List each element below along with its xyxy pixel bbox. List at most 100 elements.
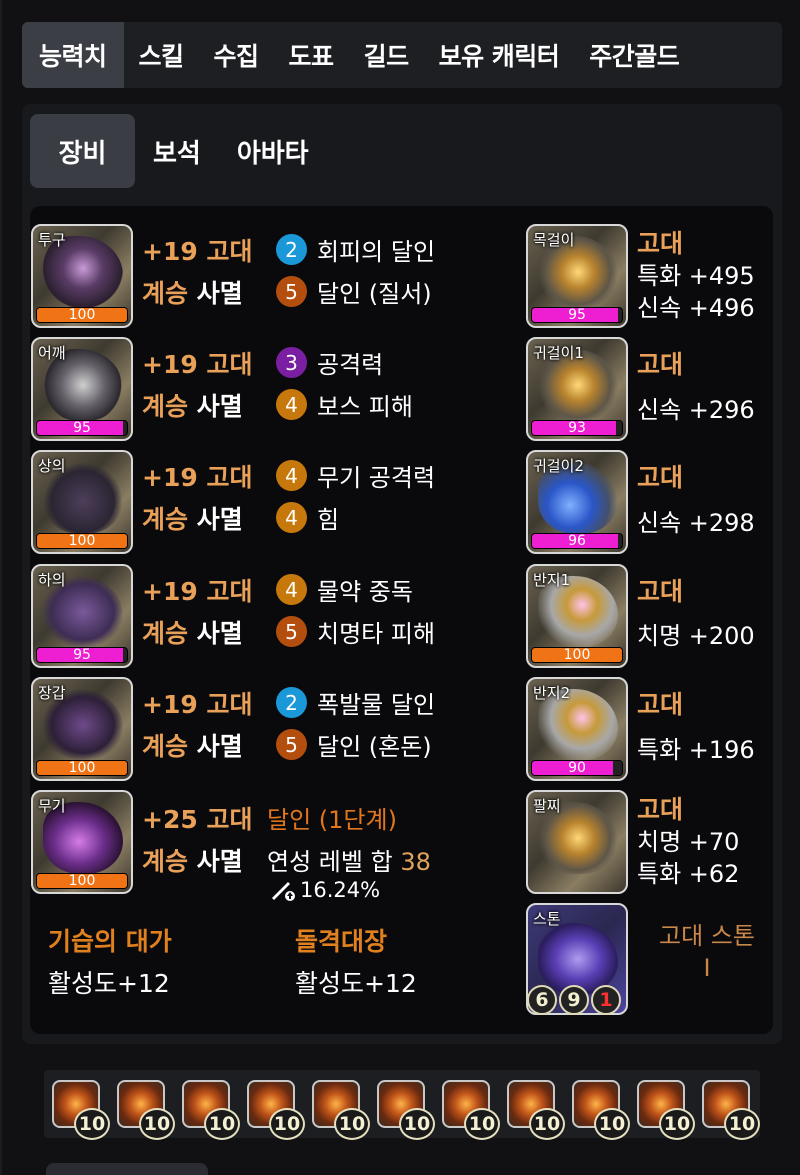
quality-value: 100 — [68, 760, 96, 776]
tab-collection[interactable]: 수집 — [199, 22, 274, 88]
gem-slot[interactable]: 10 — [572, 1080, 630, 1140]
gem-slot[interactable]: 10 — [377, 1080, 435, 1140]
refine-label: 연성 레벨 합 — [267, 848, 393, 876]
tab-weekly-gold[interactable]: 주간골드 — [574, 22, 694, 88]
accessory-tier: 고대 — [637, 229, 684, 258]
engraving-level-badge: 4 — [276, 502, 307, 533]
accessory-stat: 신속 +496 — [637, 294, 755, 322]
accessory-stat: 특화 +196 — [637, 736, 755, 764]
engraving: 2 회피의 달인 — [276, 232, 435, 267]
gem-level: 10 — [399, 1108, 435, 1140]
upgrade-level: +19 고대 — [142, 690, 253, 719]
slot-label: 목걸이 — [533, 231, 575, 249]
succession-set: 계승 사멸 — [142, 727, 243, 763]
engraving-name: 달인 (혼돈) — [317, 733, 432, 761]
upgrade-level: +19 고대 — [142, 237, 253, 266]
quality-value: 100 — [68, 307, 96, 323]
quality-bar: 100 — [36, 533, 128, 549]
engraving: 2 폭발물 달인 — [276, 685, 435, 720]
accessory-stat: 특화 +495 — [637, 262, 755, 290]
quality-bar: 100 — [531, 647, 623, 663]
gem-slot[interactable]: 10 — [702, 1080, 760, 1140]
quality-value: 95 — [73, 647, 91, 663]
quality-value: 93 — [568, 420, 586, 436]
quality-bar: 100 — [36, 760, 128, 776]
accessory-tier: 고대 — [637, 795, 684, 824]
slot-label: 상의 — [38, 457, 66, 475]
ring2-slot[interactable]: 반지2 90 — [526, 677, 628, 781]
mastery-level: 달인 (1단계) — [267, 806, 397, 834]
sword-up-icon — [272, 882, 295, 901]
slot-label: 하의 — [38, 571, 66, 589]
gem-level: 10 — [594, 1108, 630, 1140]
set-name: 사멸 — [196, 505, 243, 534]
gem-slot[interactable]: 10 — [182, 1080, 240, 1140]
accessory-stat: 특화 +62 — [637, 860, 740, 888]
accessory-tier: 고대 — [637, 690, 684, 719]
gem-level: 10 — [269, 1108, 305, 1140]
tab-characters[interactable]: 보유 캐릭터 — [424, 22, 575, 88]
tab-skills[interactable]: 스킬 — [124, 22, 199, 88]
gem-slot[interactable]: 10 — [507, 1080, 565, 1140]
succession-label: 계승 — [142, 847, 189, 876]
engraving-name: 공격력 — [317, 351, 384, 379]
gem-level: 10 — [724, 1108, 760, 1140]
tab-chart[interactable]: 도표 — [274, 22, 349, 88]
quality-bar: 100 — [36, 307, 128, 323]
stone-tier: 고대 스톤 I — [647, 920, 767, 984]
quality-value: 96 — [568, 533, 586, 549]
set-name: 사멸 — [196, 279, 243, 308]
gloves-slot[interactable]: 장갑 100 — [31, 677, 133, 781]
gem-slot[interactable]: 10 — [52, 1080, 110, 1140]
tab-guild[interactable]: 길드 — [349, 22, 424, 88]
necklace-slot[interactable]: 목걸이 95 — [526, 224, 628, 328]
succession-label: 계승 — [142, 279, 189, 308]
quality-value: 100 — [68, 873, 96, 889]
gem-slot[interactable]: 10 — [247, 1080, 305, 1140]
gem-slot[interactable]: 10 — [442, 1080, 500, 1140]
stone-engraving-levels: 6 9 1 — [527, 985, 621, 1015]
engraving-level-badge: 4 — [276, 389, 307, 420]
weapon-stat-value: 16.24% — [300, 878, 381, 902]
subtab-avatar[interactable]: 아바타 — [219, 114, 327, 188]
earring1-slot[interactable]: 귀걸이1 93 — [526, 337, 628, 441]
subtab-equipment[interactable]: 장비 — [30, 114, 135, 188]
gem-slot[interactable]: 10 — [117, 1080, 175, 1140]
shoulder-slot[interactable]: 어깨 95 — [31, 337, 133, 441]
engraving-name: 폭발물 달인 — [317, 691, 436, 719]
stone-level: 6 — [527, 985, 557, 1015]
set-name: 사멸 — [196, 392, 243, 421]
quality-bar: 95 — [36, 647, 128, 663]
quality-value: 90 — [568, 760, 586, 776]
helmet-slot[interactable]: 투구 100 — [31, 224, 133, 328]
engraving-level-badge: 2 — [276, 687, 307, 718]
refine-value: 38 — [400, 848, 431, 876]
quality-value: 95 — [568, 307, 586, 323]
subtab-gems[interactable]: 보석 — [135, 114, 219, 188]
set-name: 사멸 — [196, 619, 243, 648]
succession-label: 계승 — [142, 732, 189, 761]
gem-level: 10 — [74, 1108, 110, 1140]
weapon-slot[interactable]: 무기 100 — [31, 790, 133, 894]
slot-label: 어깨 — [38, 344, 66, 362]
bottom-tab[interactable] — [46, 1163, 208, 1175]
ring1-slot[interactable]: 반지1 100 — [526, 564, 628, 668]
gem-slot[interactable]: 10 — [637, 1080, 695, 1140]
engraving-level-badge: 5 — [276, 616, 307, 647]
gem-slot[interactable]: 10 — [312, 1080, 370, 1140]
upgrade-level: +19 고대 — [142, 463, 253, 492]
succession-label: 계승 — [142, 619, 189, 648]
chest-slot[interactable]: 상의 100 — [31, 450, 133, 554]
engraving-name: 달인 (질서) — [317, 280, 432, 308]
stone-tier-suffix: I — [703, 954, 711, 982]
engraving: 3 공격력 — [276, 345, 383, 380]
earring2-slot[interactable]: 귀걸이2 96 — [526, 450, 628, 554]
tab-stats[interactable]: 능력치 — [22, 22, 124, 88]
quality-bar: 90 — [531, 760, 623, 776]
quality-value: 95 — [73, 420, 91, 436]
bracelet-slot[interactable]: 팔찌 — [526, 790, 628, 894]
pants-slot[interactable]: 하의 95 — [31, 564, 133, 668]
engraving-name: 치명타 피해 — [317, 620, 436, 648]
effect-title: 돌격대장 — [295, 927, 388, 956]
accessory-tier: 고대 — [637, 350, 684, 379]
